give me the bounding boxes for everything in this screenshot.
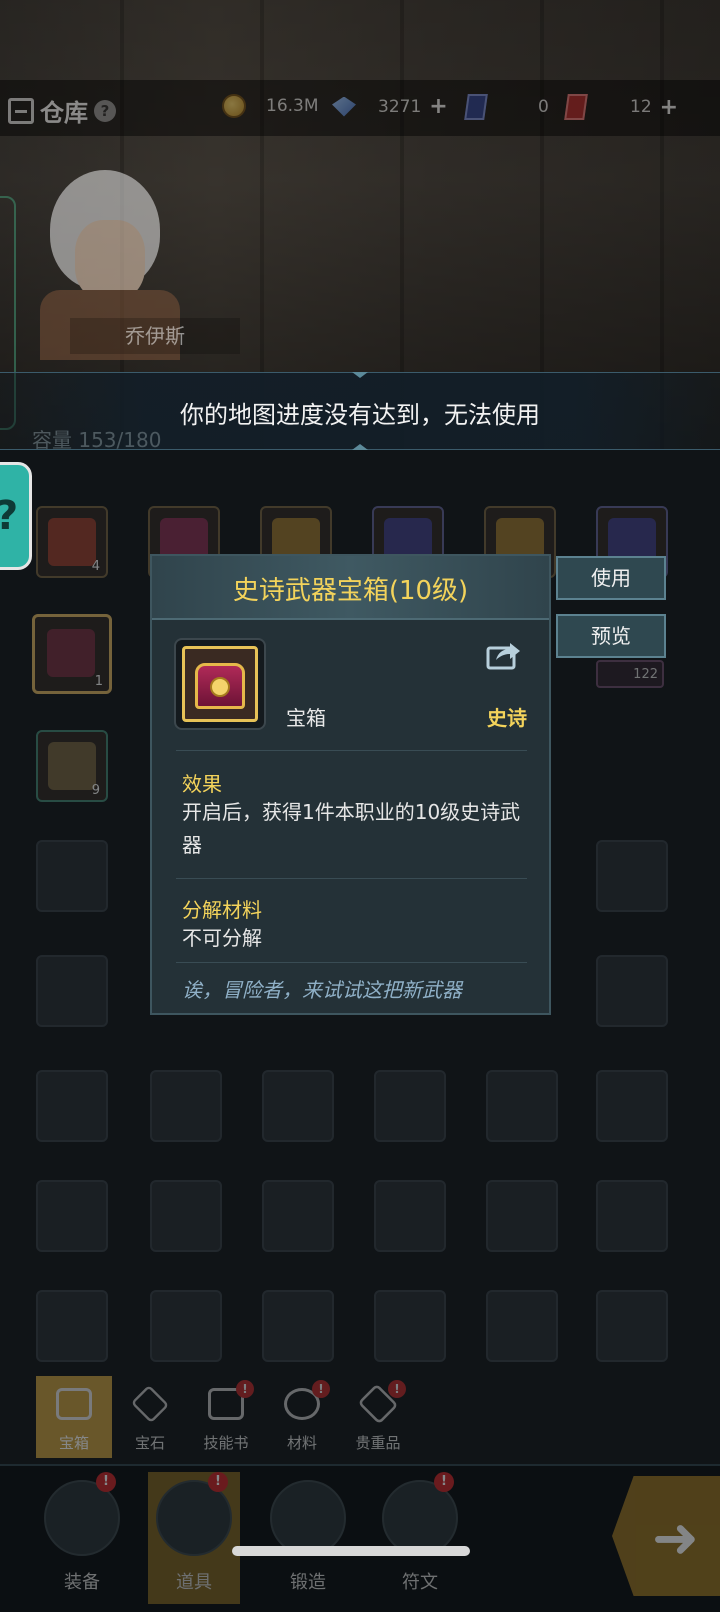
divider	[176, 878, 527, 879]
empty-slot	[150, 1180, 222, 1252]
page-header: 仓库 ?	[8, 93, 116, 128]
empty-slot	[150, 1070, 222, 1142]
item-detail-popup: 史诗武器宝箱(10级) 宝箱 史诗 效果 开启后，获得1件本职业的10级史诗武器…	[150, 554, 551, 1015]
item-count-badge: 122	[596, 660, 664, 688]
alert-badge: !	[96, 1472, 116, 1492]
alert-badge: !	[208, 1472, 228, 1492]
empty-slot	[596, 955, 668, 1027]
help-icon[interactable]: ?	[94, 99, 116, 122]
red-card-icon	[564, 94, 588, 120]
alert-badge: !	[312, 1380, 330, 1398]
empty-slot	[596, 1290, 668, 1362]
chest-icon	[56, 1388, 92, 1420]
blue-card-icon	[464, 94, 488, 120]
arrow-right-icon: ➜	[652, 1506, 699, 1571]
empty-slot	[374, 1070, 446, 1142]
salvage-text: 不可分解	[182, 926, 262, 950]
empty-slot	[262, 1290, 334, 1362]
nav-forge[interactable]: 锻造	[262, 1472, 354, 1604]
divider	[176, 962, 527, 963]
alert-badge: !	[388, 1380, 406, 1398]
item-count: 1	[94, 674, 103, 689]
use-button[interactable]: 使用	[556, 556, 666, 600]
gold-coin-icon	[222, 94, 246, 118]
gem-icon	[130, 1384, 170, 1424]
divider	[176, 750, 527, 751]
tab-gems[interactable]: 宝石	[112, 1376, 188, 1458]
chest-item-icon	[48, 742, 96, 790]
effect-title: 效果	[182, 772, 222, 796]
blue-card-resource: 0	[464, 94, 549, 120]
empty-slot	[36, 955, 108, 1027]
empty-slot	[262, 1070, 334, 1142]
empty-slot	[486, 1070, 558, 1142]
add-gem-button[interactable]: +	[429, 94, 447, 119]
empty-slot	[596, 1070, 668, 1142]
empty-slot	[486, 1180, 558, 1252]
empty-slot	[36, 840, 108, 912]
tab-chests[interactable]: 宝箱	[36, 1376, 112, 1458]
item-icon-frame	[174, 638, 266, 730]
nav-runes[interactable]: ! 符文	[374, 1472, 466, 1604]
category-tabs: 宝箱 宝石 ! 技能书 ! 材料 ! 贵重品	[36, 1376, 416, 1458]
empty-slot	[262, 1180, 334, 1252]
item-title: 史诗武器宝箱(10级)	[232, 576, 469, 606]
alert-badge: !	[236, 1380, 254, 1398]
blue-card-value: 0	[538, 97, 549, 117]
inventory-slot-selected[interactable]: 1	[32, 614, 112, 694]
gem-resource: 3271 +	[332, 94, 448, 119]
inventory-slot[interactable]: 9	[36, 730, 108, 802]
empty-slot	[36, 1290, 108, 1362]
item-count: 9	[91, 783, 100, 798]
bottom-nav: ! 装备 ! 道具 锻造 ! 符文	[0, 1464, 720, 1612]
add-red-card-button[interactable]: +	[660, 95, 678, 120]
tab-materials[interactable]: ! 材料	[264, 1376, 340, 1458]
inventory-capacity: 容量 153/180	[32, 428, 162, 452]
home-indicator[interactable]	[232, 1546, 470, 1556]
nav-equipment[interactable]: ! 装备	[36, 1472, 128, 1604]
empty-slot	[486, 1290, 558, 1362]
side-quest-button[interactable]: ?	[0, 462, 32, 570]
empty-slot	[374, 1290, 446, 1362]
item-count: 4	[91, 559, 100, 574]
empty-slot	[374, 1180, 446, 1252]
tab-valuables[interactable]: ! 贵重品	[340, 1376, 416, 1458]
chest-item-icon	[48, 518, 96, 566]
share-icon[interactable]	[486, 638, 522, 670]
empty-slot	[596, 1180, 668, 1252]
empty-slot	[596, 840, 668, 912]
page-title: 仓库	[40, 99, 88, 127]
item-type: 宝箱	[286, 706, 326, 730]
empty-slot	[36, 1180, 108, 1252]
empty-slot	[150, 1290, 222, 1362]
hero-name: 乔伊斯	[70, 318, 240, 354]
alert-badge: !	[434, 1472, 454, 1492]
gold-resource: 16.3M	[222, 94, 319, 118]
red-card-resource: 12 +	[564, 94, 678, 120]
red-card-value: 12	[630, 97, 652, 117]
nav-items[interactable]: ! 道具	[148, 1472, 240, 1604]
blue-gem-icon	[332, 96, 356, 117]
effect-text: 开启后，获得1件本职业的10级史诗武器	[182, 800, 521, 857]
chest-item-icon	[47, 629, 95, 677]
inventory-slot[interactable]: 4	[36, 506, 108, 578]
gem-value: 3271	[378, 96, 422, 117]
empty-slot	[36, 1070, 108, 1142]
preview-button[interactable]: 预览	[556, 614, 666, 658]
next-page-button[interactable]: ➜	[612, 1476, 720, 1596]
popup-header: 史诗武器宝箱(10级)	[152, 556, 549, 620]
flavor-text: 诶，冒险者，来试试这把新武器	[182, 978, 462, 1002]
gold-value: 16.3M	[266, 96, 319, 116]
warehouse-icon	[8, 97, 34, 124]
hammer-icon	[270, 1480, 346, 1556]
item-rarity: 史诗	[487, 706, 527, 730]
salvage-title: 分解材料	[182, 898, 262, 922]
tab-skill-books[interactable]: ! 技能书	[188, 1376, 264, 1458]
